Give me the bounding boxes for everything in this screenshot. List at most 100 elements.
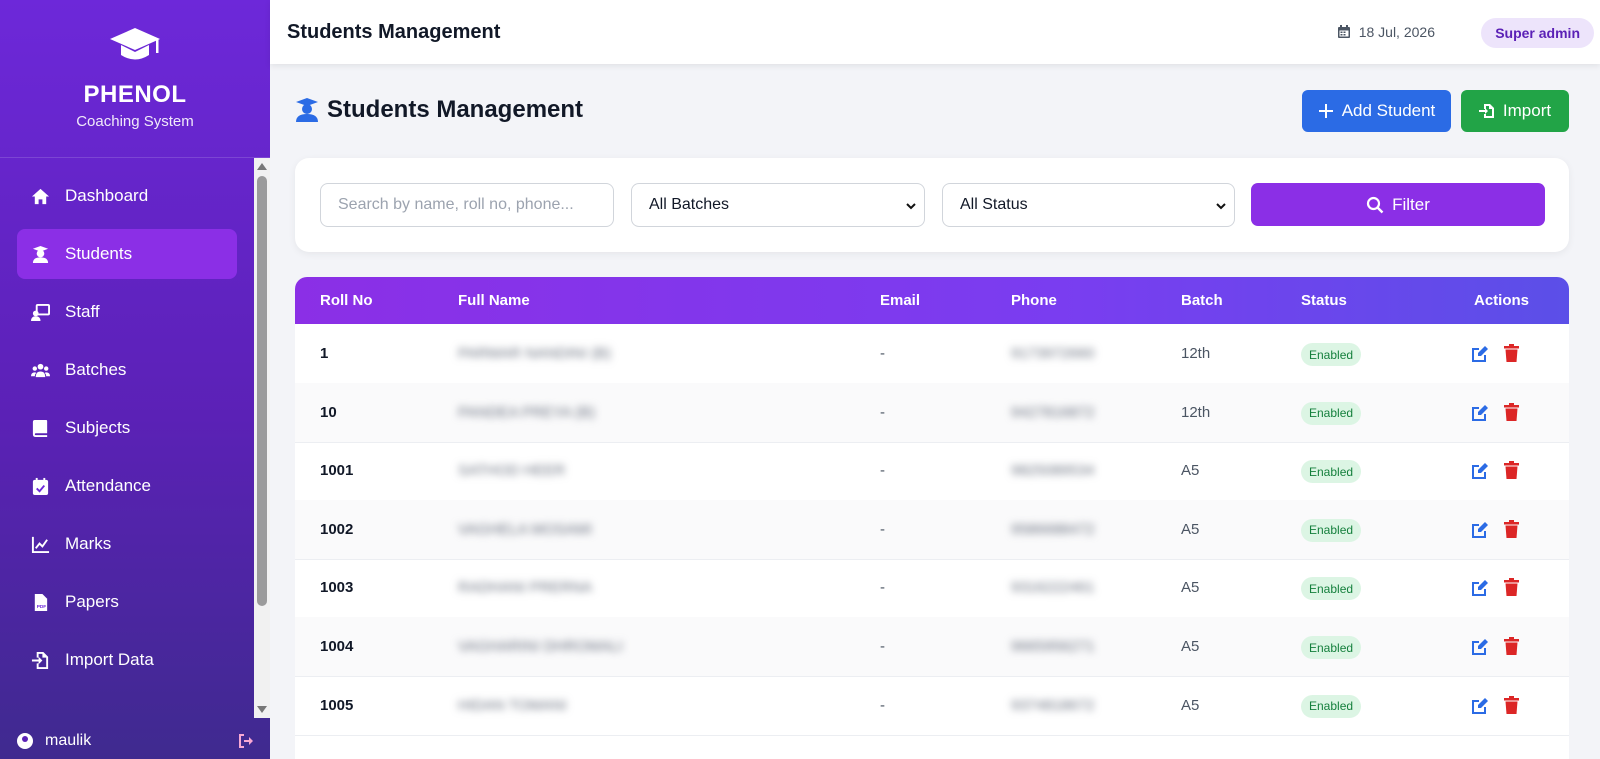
cell-phone: 9374818672 (1011, 696, 1095, 714)
sidebar-item-papers[interactable]: PDF Papers (17, 577, 237, 627)
filter-card: Search by name, roll no, phone... All Ba… (295, 158, 1569, 252)
cell-email: - (880, 520, 885, 538)
sidebar-item-label: Staff (65, 302, 100, 321)
edit-icon[interactable] (1471, 521, 1489, 539)
filter-button[interactable]: Filter (1251, 183, 1545, 226)
scroll-down-icon[interactable] (257, 706, 267, 713)
cell-email: - (880, 696, 885, 714)
date-text: 18 Jul, 2026 (1358, 24, 1435, 40)
status-badge: Enabled (1301, 577, 1362, 601)
cell-roll: 1 (320, 345, 329, 362)
sidebar-item-batches[interactable]: Batches (17, 345, 237, 395)
table-row[interactable]: 1003 RADHANI PRERNA - 9316222461 A5 Enab… (295, 558, 1569, 619)
header-batch[interactable]: Batch (1181, 292, 1223, 309)
cell-name: PANDEA PREYA (B) (458, 403, 595, 421)
sidebar-scrollbar[interactable] (254, 158, 270, 718)
trash-icon[interactable] (1504, 461, 1519, 480)
cell-roll: 1005 (320, 696, 354, 714)
table-row[interactable]: 10 PANDEA PREYA (B) - 9427816872 12th En… (295, 382, 1569, 443)
trash-icon[interactable] (1504, 637, 1519, 655)
search-input[interactable]: Search by name, roll no, phone... (320, 183, 614, 227)
import-button[interactable]: Import (1461, 90, 1569, 132)
cell-phone: 9665956271 (1011, 638, 1095, 655)
import-label: Import (1502, 101, 1552, 120)
cell-batch: A5 (1181, 696, 1200, 714)
cell-name: SATHOD HEER (458, 462, 566, 480)
header-phone[interactable]: Phone (1011, 292, 1057, 309)
add-student-button[interactable]: Add Student (1302, 90, 1451, 132)
search-icon (1367, 196, 1384, 213)
cell-name: RADHANI PRERNA (458, 579, 593, 597)
cell-roll: 1002 (320, 520, 354, 538)
trash-icon[interactable] (1504, 402, 1519, 421)
brand: PHENOL Coaching System (0, 0, 270, 158)
status-select[interactable]: All Status (942, 183, 1235, 227)
header-roll[interactable]: Roll No (320, 292, 373, 309)
table-row[interactable]: 1001 SATHOD HEER - 9825089534 A5 Enabled (295, 441, 1569, 502)
logout-icon[interactable] (238, 733, 254, 749)
cell-batch: 12th (1181, 345, 1211, 362)
status-select-value: All Status (960, 196, 1028, 213)
sidebar-item-attendance[interactable]: Attendance (17, 461, 237, 511)
user-name: maulik (45, 731, 92, 749)
cell-name: HIDAN TOMANI (458, 696, 567, 714)
scroll-up-icon[interactable] (257, 163, 267, 170)
cell-phone: 9173972660 (1011, 345, 1095, 362)
calendar-icon (1337, 25, 1350, 38)
topbar-title: Students Management (287, 20, 501, 43)
status-badge: Enabled (1301, 518, 1362, 542)
cell-batch: A5 (1181, 638, 1200, 655)
chevron-down-icon (906, 203, 916, 210)
add-student-label: Add Student (1341, 101, 1436, 120)
current-date: 18 Jul, 2026 (1337, 24, 1435, 40)
sidebar-item-students[interactable]: Students (17, 229, 237, 279)
trash-icon[interactable] (1504, 519, 1519, 538)
status-badge: Enabled (1301, 460, 1362, 484)
sidebar-item-dashboard[interactable]: Dashboard (17, 171, 237, 221)
cell-name: PARMAR NANDINI (B) (458, 345, 612, 362)
header-status[interactable]: Status (1301, 292, 1347, 309)
import-icon (29, 649, 51, 671)
trash-icon[interactable] (1504, 344, 1519, 362)
sidebar-item-label: Students (65, 244, 133, 263)
edit-icon[interactable] (1471, 345, 1489, 363)
edit-icon[interactable] (1471, 404, 1489, 422)
role-badge: Super admin (1481, 18, 1594, 48)
cell-phone: 9586688472 (1011, 520, 1095, 538)
sidebar-item-label: Dashboard (65, 186, 149, 205)
edit-icon[interactable] (1471, 697, 1489, 715)
svg-text:PDF: PDF (36, 604, 46, 610)
status-badge: Enabled (1301, 636, 1362, 659)
sidebar-item-subjects[interactable]: Subjects (17, 403, 237, 453)
sidebar-item-marks[interactable]: Marks (17, 519, 237, 569)
cell-batch: A5 (1181, 520, 1200, 538)
sidebar-item-import-data[interactable]: Import Data (17, 635, 237, 685)
chevron-down-icon (1216, 203, 1226, 210)
sidebar-nav: Dashboard Students Staff Batches Subject… (0, 158, 254, 718)
sidebar: PHENOL Coaching System Dashboard Student… (0, 0, 270, 759)
edit-icon[interactable] (1471, 579, 1489, 597)
plus-icon (1318, 104, 1333, 118)
table-row[interactable]: 1004 VAGHARINI DHROMALI - 9665956271 A5 … (295, 617, 1569, 677)
status-badge: Enabled (1301, 343, 1362, 366)
table-header: Roll No Full Name Email Phone Batch Stat… (295, 277, 1569, 324)
cell-name: VAGHELA MOSAMI (458, 520, 592, 538)
trash-icon[interactable] (1504, 695, 1519, 714)
header-email[interactable]: Email (880, 292, 920, 309)
edit-icon[interactable] (1471, 462, 1489, 480)
table-row[interactable]: 1 PARMAR NANDINI (B) - 9173972660 12th E… (295, 324, 1569, 384)
edit-icon[interactable] (1471, 638, 1489, 656)
top-bar: Students Management 18 Jul, 2026 Super a… (270, 0, 1600, 64)
table-row[interactable]: 1002 VAGHELA MOSAMI - 9586688472 A5 Enab… (295, 499, 1569, 560)
batch-select[interactable]: All Batches (631, 183, 925, 227)
user-icon (17, 732, 33, 749)
cell-roll: 1001 (320, 462, 354, 480)
sidebar-item-staff[interactable]: Staff (17, 287, 237, 337)
scrollbar-thumb[interactable] (257, 176, 267, 606)
trash-icon[interactable] (1504, 578, 1519, 597)
home-icon (29, 185, 51, 207)
cell-email: - (880, 345, 885, 362)
header-name[interactable]: Full Name (458, 292, 530, 309)
table-row[interactable]: 1005 HIDAN TOMANI - 9374818672 A5 Enable… (295, 676, 1569, 736)
cell-roll: 1004 (320, 638, 354, 655)
